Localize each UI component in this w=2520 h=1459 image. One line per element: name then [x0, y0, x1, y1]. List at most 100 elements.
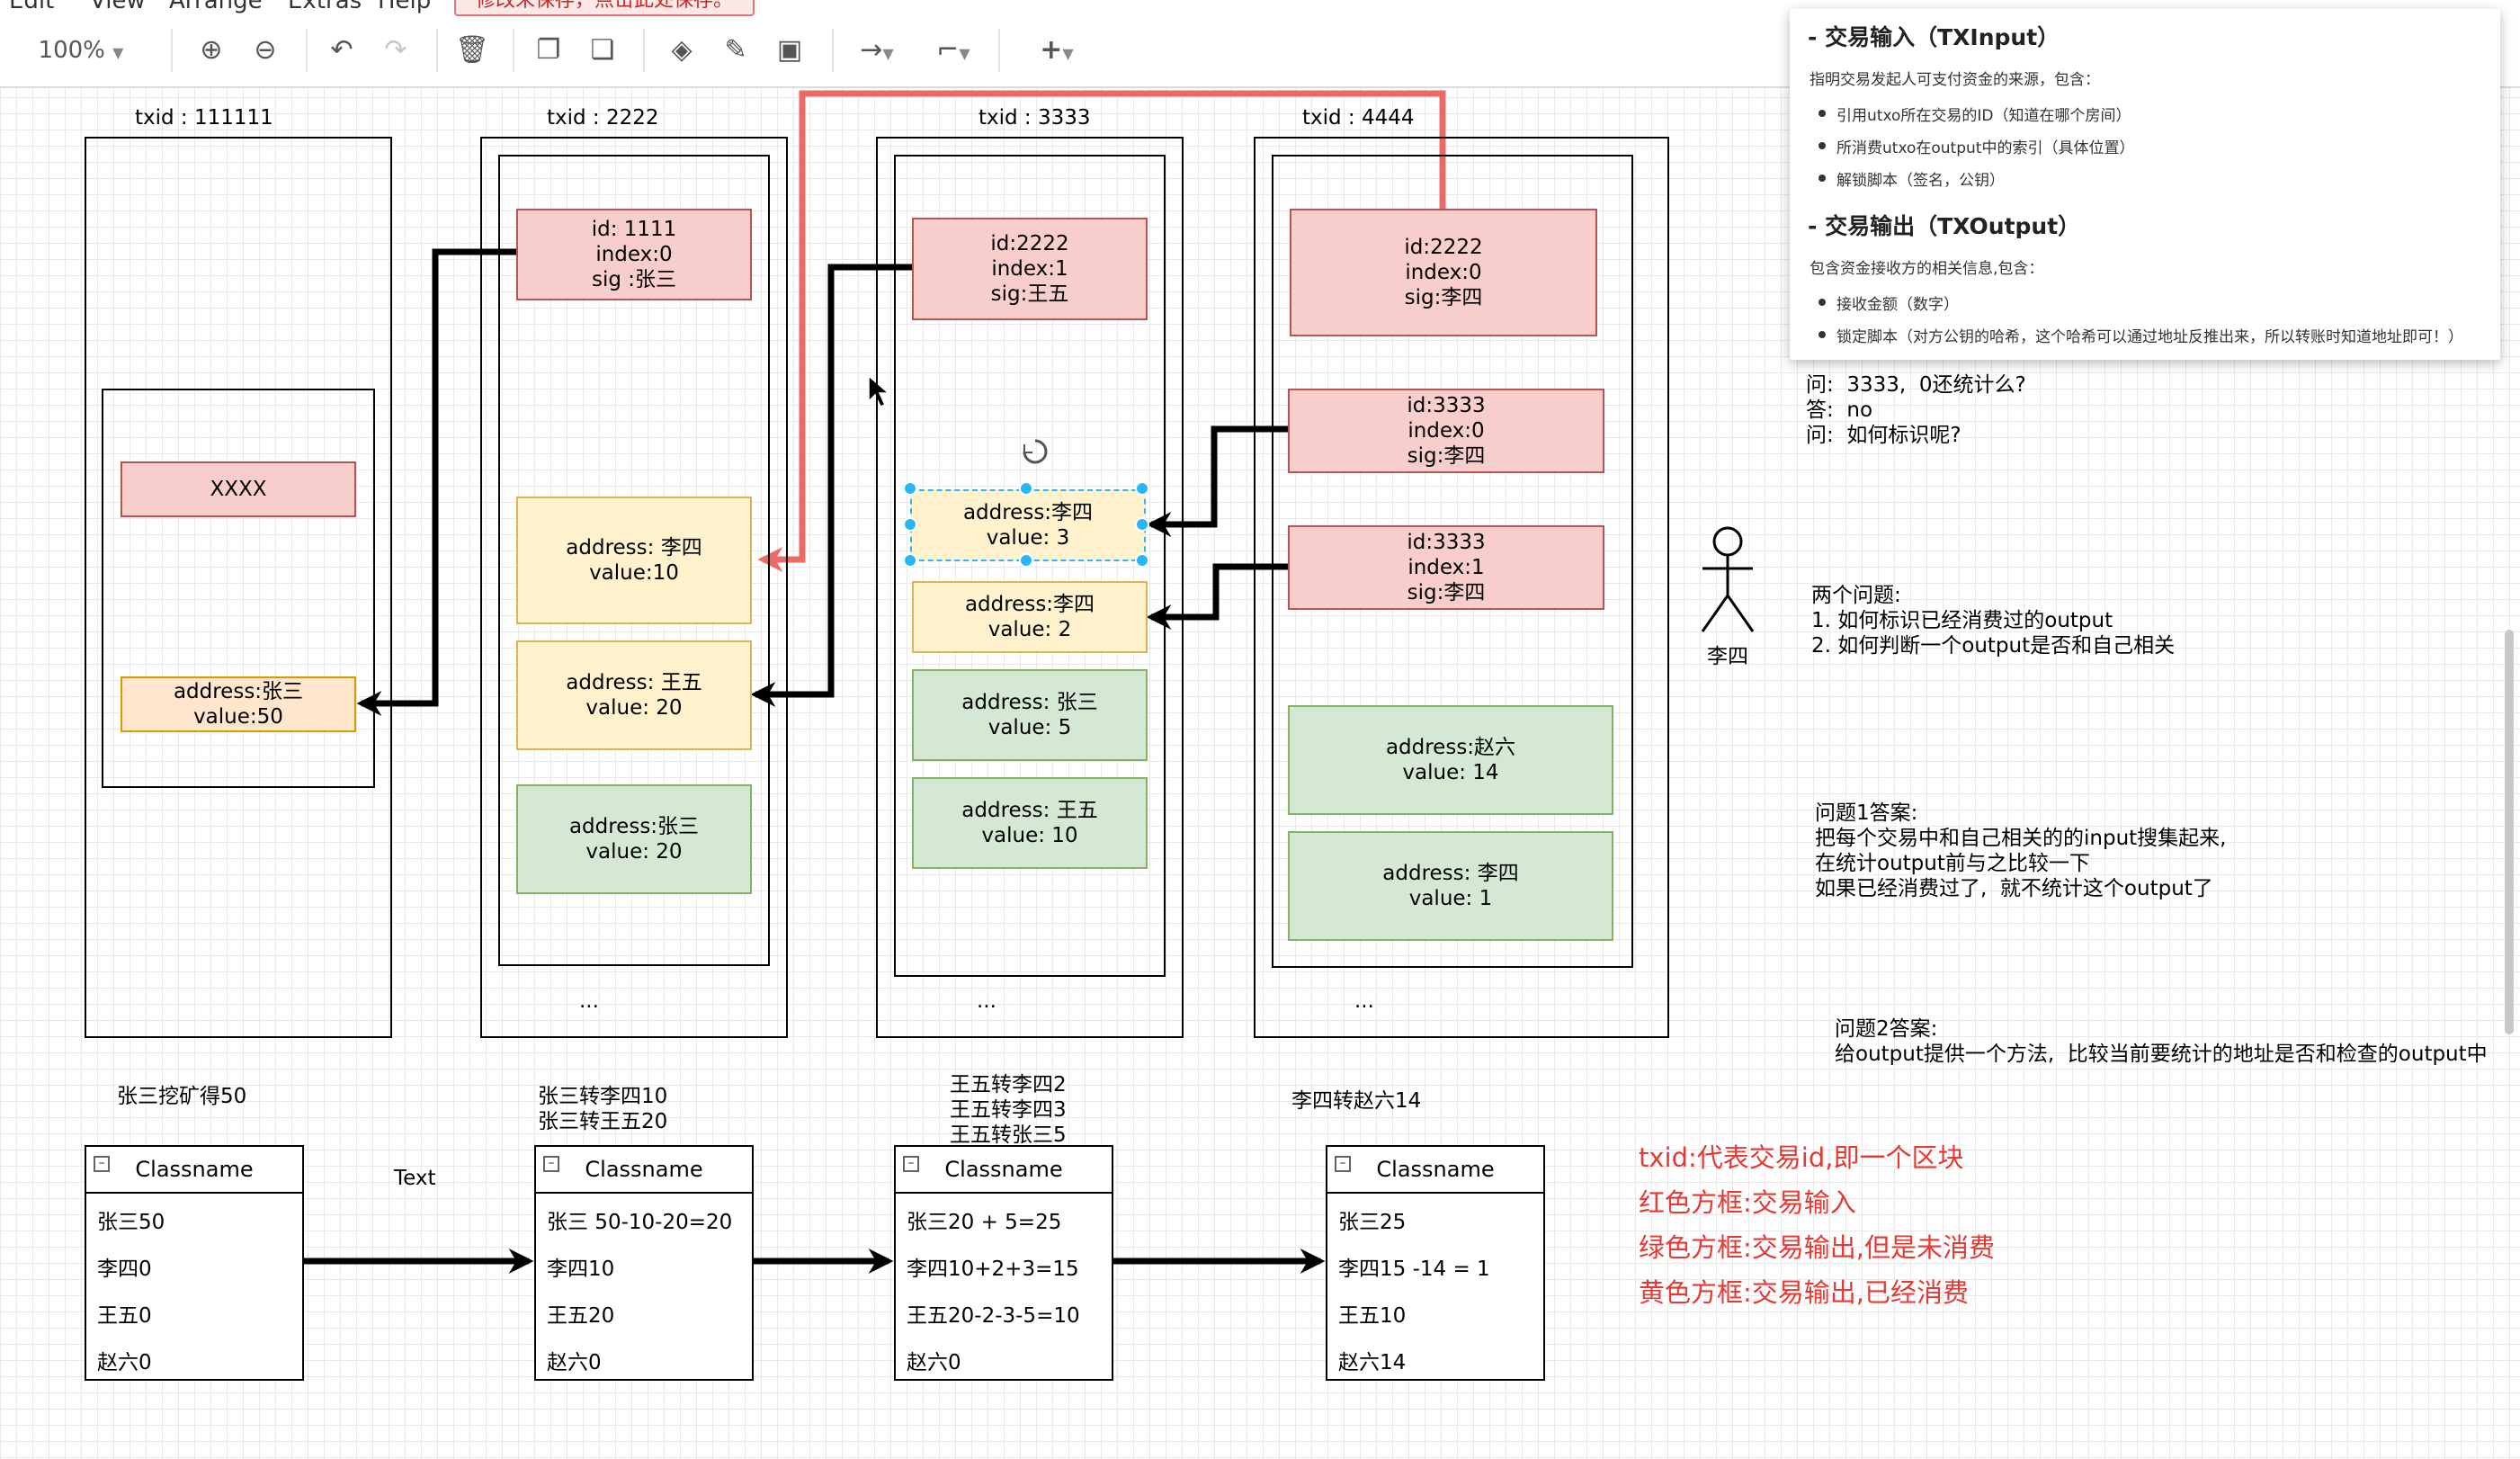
- class-row: 李四0: [97, 1258, 152, 1281]
- resize-handle[interactable]: [1135, 553, 1149, 568]
- answer1-text[interactable]: 问题1答案: 把每个交易中和自己相关的的input搜集起来, 在统计output…: [1815, 801, 2226, 901]
- block-title: txid : 2222: [547, 106, 659, 130]
- input-sig: sig:李四: [1407, 444, 1486, 468]
- block-title: txid : 111111: [135, 106, 273, 130]
- class-row: 王五20: [547, 1304, 615, 1328]
- balance-class-box[interactable]: – Classname 张三25 李四15 -14 = 1 王五10 赵六14: [1326, 1145, 1545, 1381]
- legend-line[interactable]: txid:代表交易id,即一个区块: [1639, 1137, 1963, 1175]
- panel-paragraph: 包含资金接收方的相关信息,包含：: [1810, 260, 2044, 278]
- resize-handle[interactable]: [903, 553, 917, 568]
- input-index: index:1: [991, 257, 1068, 281]
- class-row: 王五0: [97, 1304, 152, 1328]
- class-row: 赵六0: [97, 1351, 152, 1374]
- text-label[interactable]: Text: [394, 1166, 436, 1191]
- output-address: address: 张三: [961, 691, 1098, 714]
- input-box[interactable]: XXXX: [121, 461, 356, 517]
- caption-text[interactable]: 李四转赵六14: [1291, 1088, 1421, 1114]
- input-sig: sig:王五: [990, 282, 1069, 306]
- output-box-spent-selected[interactable]: address:李四 value: 3: [910, 489, 1146, 561]
- balance-class-box[interactable]: – Classname 张三50 李四0 王五0 赵六0: [85, 1145, 304, 1381]
- questions-text[interactable]: 两个问题: 1. 如何标识已经消费过的output 2. 如何判断一个outpu…: [1811, 583, 2175, 658]
- class-row: 李四10: [547, 1258, 615, 1281]
- input-sig: sig :张三: [591, 268, 677, 291]
- output-box-spent[interactable]: address: 王五 value: 20: [516, 640, 752, 750]
- class-row: 张三 50-10-20=20: [547, 1211, 733, 1234]
- caption-text[interactable]: 王五转李四2 王五转李四3 王五转张三5: [950, 1072, 1067, 1148]
- output-address: address:李四: [962, 501, 1094, 524]
- legend-line[interactable]: 绿色方框:交易输出,但是未消费: [1639, 1227, 1995, 1265]
- resize-handle[interactable]: [1019, 481, 1033, 496]
- input-box[interactable]: id:3333 index:0 sig:李四: [1288, 389, 1604, 473]
- caption-text[interactable]: 张三转李四10 张三转王五20: [538, 1084, 667, 1134]
- output-address: address: 李四: [1382, 862, 1519, 885]
- class-row: 赵六14: [1338, 1351, 1407, 1374]
- bullet-icon: [1819, 175, 1826, 182]
- output-value: value: 20: [585, 840, 683, 864]
- input-box[interactable]: id:2222 index:1 sig:王五: [912, 218, 1148, 320]
- actor-label: 李四: [1707, 645, 1748, 668]
- class-row: 张三50: [97, 1211, 165, 1234]
- ellipsis-label: ...: [1354, 989, 1374, 1013]
- output-value: value:10: [589, 561, 679, 585]
- output-box-spent[interactable]: address:张三 value:50: [121, 676, 356, 732]
- bullet-icon: [1819, 142, 1826, 149]
- class-row: 李四10+2+3=15: [907, 1258, 1079, 1281]
- notes-panel[interactable]: - 交易输入（TXInput） 指明交易发起人可支付资金的来源，包含： 引用ut…: [1790, 9, 2500, 360]
- panel-list-item: 引用utxo所在交易的ID（知道在哪个房间）: [1836, 107, 2131, 125]
- input-box[interactable]: id:3333 index:1 sig:李四: [1288, 525, 1604, 610]
- class-row: 王五20-2-3-5=10: [907, 1304, 1080, 1328]
- output-value: value: 1: [1408, 887, 1493, 910]
- balance-class-box[interactable]: – Classname 张三 50-10-20=20 李四10 王五20 赵六0: [534, 1145, 754, 1381]
- input-index: index:0: [1405, 261, 1482, 284]
- output-address: address:张三: [173, 680, 304, 703]
- actor-icon[interactable]: [1701, 526, 1755, 632]
- output-box-unspent[interactable]: address: 王五 value: 10: [912, 777, 1148, 869]
- bullet-icon: [1819, 331, 1826, 338]
- input-box[interactable]: id:2222 index:0 sig:李四: [1290, 209, 1597, 336]
- input-id: id: 1111: [591, 218, 677, 241]
- input-id: id:3333: [1407, 531, 1486, 554]
- ellipsis-label: ...: [579, 989, 599, 1013]
- input-text: XXXX: [210, 478, 267, 501]
- input-id: id:3333: [1407, 394, 1486, 417]
- resize-handle[interactable]: [903, 481, 917, 496]
- resize-handle[interactable]: [903, 517, 917, 532]
- vertical-scrollbar[interactable]: [2505, 630, 2514, 1034]
- output-address: address:李四: [964, 593, 1095, 616]
- input-box[interactable]: id: 1111 index:0 sig :张三: [516, 209, 752, 300]
- output-address: address:赵六: [1385, 736, 1516, 759]
- resize-handle[interactable]: [1135, 481, 1149, 496]
- output-box-unspent[interactable]: address:张三 value: 20: [516, 784, 752, 894]
- panel-heading: - 交易输入（TXInput）: [1808, 24, 2060, 50]
- output-value: value: 5: [987, 716, 1072, 739]
- output-box-spent[interactable]: address: 李四 value:10: [516, 497, 752, 624]
- output-box-unspent[interactable]: address: 张三 value: 5: [912, 669, 1148, 761]
- balance-class-box[interactable]: – Classname 张三20 + 5=25 李四10+2+3=15 王五20…: [894, 1145, 1113, 1381]
- class-title: Classname: [536, 1147, 752, 1194]
- qa-text[interactable]: 问: 3333, 0还统计么? 答: no 问: 如何标识呢?: [1806, 372, 2026, 448]
- answer2-text[interactable]: 问题2答案: 给output提供一个方法, 比较当前要统计的地址是否和检查的ou…: [1835, 1016, 2488, 1067]
- bullet-icon: [1819, 299, 1826, 306]
- resize-handle[interactable]: [1019, 553, 1033, 568]
- legend-line[interactable]: 黄色方框:交易输出,已经消费: [1639, 1272, 1969, 1310]
- panel-heading: - 交易输出（TXOutput）: [1808, 213, 2081, 239]
- caption-text[interactable]: 张三挖矿得50: [117, 1084, 246, 1109]
- input-id: id:2222: [1404, 236, 1483, 259]
- resize-handle[interactable]: [1135, 517, 1149, 532]
- output-address: address: 李四: [566, 536, 702, 559]
- input-index: index:1: [1407, 556, 1485, 579]
- legend-line[interactable]: 红色方框:交易输入: [1639, 1182, 1856, 1220]
- output-box-unspent[interactable]: address:赵六 value: 14: [1288, 705, 1613, 815]
- class-row: 赵六0: [547, 1351, 602, 1374]
- output-box-spent[interactable]: address:李四 value: 2: [912, 581, 1148, 653]
- class-title: Classname: [896, 1147, 1112, 1194]
- output-value: value:50: [193, 705, 283, 729]
- output-value: value: 10: [981, 824, 1078, 847]
- panel-list-item: 解锁脚本（签名，公钥）: [1836, 172, 2005, 190]
- input-sig: sig:李四: [1407, 581, 1486, 604]
- output-box-unspent[interactable]: address: 李四 value: 1: [1288, 831, 1613, 941]
- output-address: address:张三: [568, 815, 700, 838]
- output-value: value: 2: [987, 618, 1072, 641]
- output-value: value: 20: [585, 696, 683, 720]
- panel-list-item: 接收金额（数字）: [1836, 296, 1959, 314]
